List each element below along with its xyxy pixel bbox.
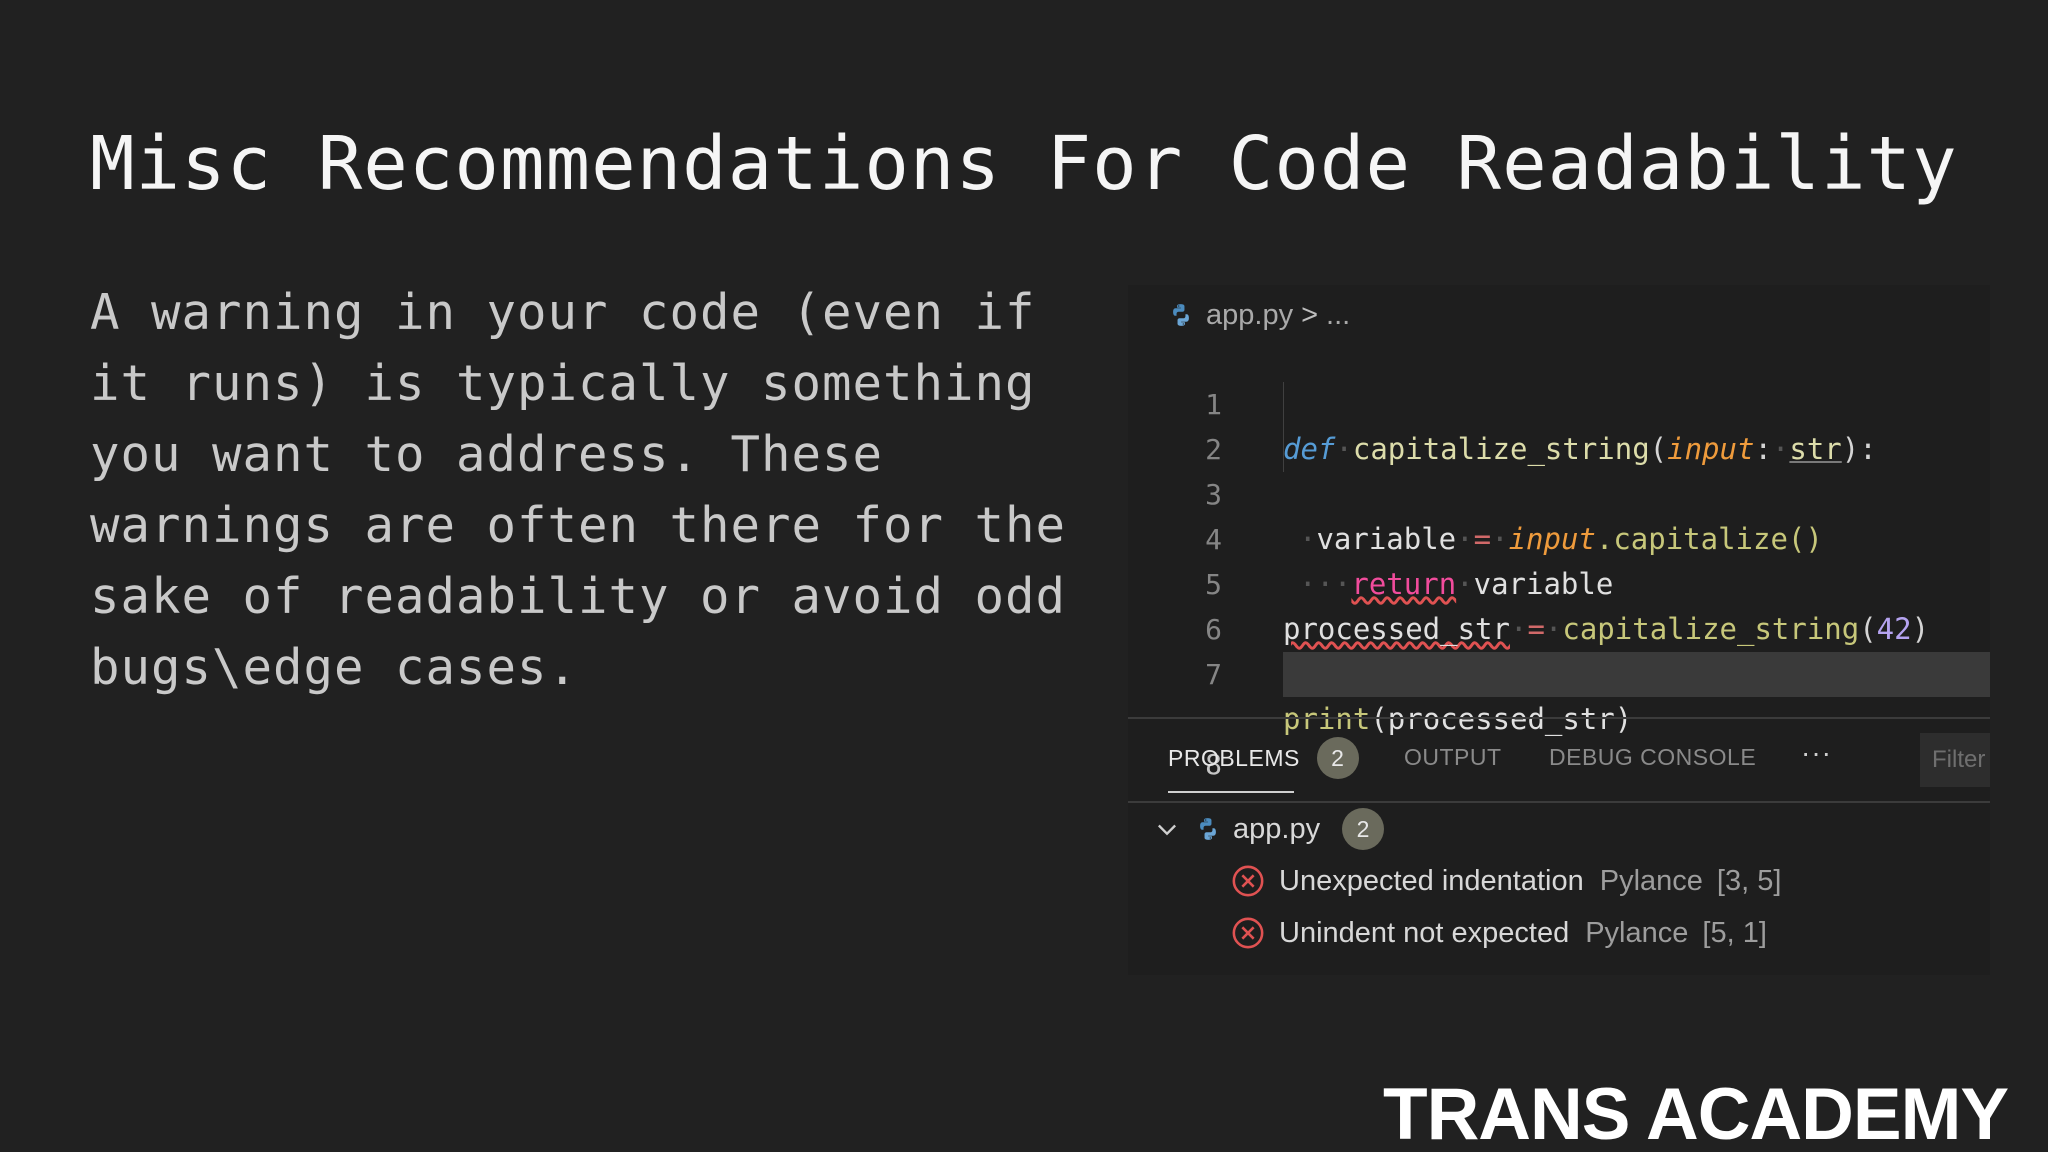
error-circle-icon — [1232, 917, 1264, 949]
problem-source: Pylance — [1599, 864, 1703, 897]
python-icon — [1173, 304, 1189, 326]
code-line-8[interactable]: 8 — [1128, 652, 1990, 781]
tab-output[interactable]: OUTPUT — [1404, 737, 1502, 777]
error-circle-icon — [1232, 865, 1264, 897]
code-line-4[interactable]: 4 — [1128, 472, 1990, 556]
active-tab-indicator — [1168, 791, 1294, 793]
tab-label: PROBLEMS — [1168, 745, 1300, 771]
slide-body-text: A warning in your code (even if it runs)… — [90, 284, 1067, 696]
problems-file-group[interactable]: app.py 2 — [1128, 805, 1990, 853]
problem-position: [3, 5] — [1716, 864, 1782, 897]
editor-breadcrumb[interactable]: app.py > ... — [1168, 295, 1350, 335]
problem-source: Pylance — [1585, 916, 1689, 949]
problems-count-badge: 2 — [1316, 737, 1359, 779]
code-area[interactable]: 1 def·capitalize_string(input:·str): 2 ·… — [1128, 337, 1990, 781]
panel-divider[interactable] — [1128, 717, 1990, 719]
breadcrumb-file[interactable]: app.py — [1206, 299, 1293, 332]
code-line-2[interactable]: 2 ·variable·=·input.capitalize() — [1128, 382, 1990, 556]
code-line-7[interactable]: 7 print(processed_str) — [1128, 607, 1990, 736]
problem-item[interactable]: Unindent not expected Pylance [5, 1] — [1128, 909, 1990, 957]
code-line-1[interactable]: 1 def·capitalize_string(input:·str): — [1128, 337, 1990, 466]
problem-message: Unexpected indentation — [1279, 864, 1584, 897]
tab-label: OUTPUT — [1404, 744, 1502, 770]
chevron-down-icon[interactable] — [1153, 815, 1181, 843]
code-editor-screenshot: app.py > ... 1 def·capitalize_string(inp… — [1128, 285, 1990, 975]
more-actions-icon[interactable]: ··· — [1801, 737, 1832, 769]
filter-input[interactable]: Filter — [1920, 733, 1990, 787]
brand-logo: TRANS ACADEMY — [1383, 1074, 2009, 1152]
panel-separator — [1128, 801, 1990, 803]
current-line-highlight — [1283, 652, 1990, 697]
code-line-3[interactable]: 3 ···return·variable — [1128, 427, 1990, 601]
code-line-5[interactable]: 5 processed_str·=·capitalize_string(42) — [1128, 517, 1990, 646]
breadcrumb-separator: > — [1301, 298, 1319, 331]
indent-guide — [1283, 382, 1284, 427]
slide-title: Misc Recommendations For Code Readabilit… — [90, 121, 1958, 207]
problems-file-name: app.py — [1233, 812, 1321, 845]
tab-debug-console[interactable]: DEBUG CONSOLE — [1549, 737, 1756, 777]
panel-tabs: PROBLEMS 2 OUTPUT DEBUG CONSOLE ··· Filt… — [1128, 725, 1990, 793]
tab-problems[interactable]: PROBLEMS 2 — [1168, 737, 1359, 779]
tab-label: DEBUG CONSOLE — [1549, 744, 1757, 770]
problem-position: [5, 1] — [1702, 916, 1767, 949]
breadcrumb-trail[interactable]: ... — [1326, 299, 1350, 332]
indent-guide — [1283, 427, 1284, 472]
python-icon — [1200, 818, 1216, 840]
code-line-6[interactable]: 6 — [1128, 562, 1990, 646]
problem-message: Unindent not expected — [1279, 916, 1570, 949]
file-problem-count-badge: 2 — [1342, 808, 1385, 850]
problem-item[interactable]: Unexpected indentation Pylance [3, 5] — [1128, 857, 1990, 905]
